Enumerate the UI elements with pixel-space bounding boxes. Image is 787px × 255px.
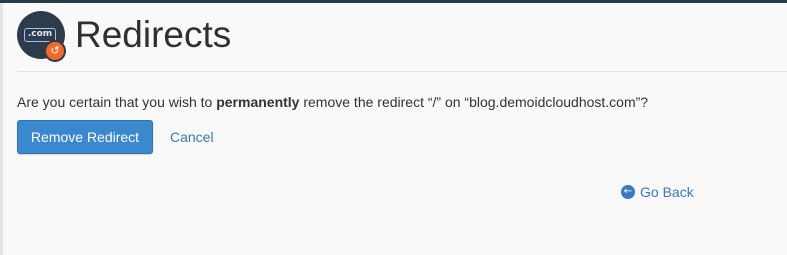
remove-redirect-button[interactable]: Remove Redirect: [17, 120, 153, 154]
redirects-app-icon: .com ↺: [17, 11, 66, 62]
confirmation-message: Are you certain that you wish to permane…: [17, 92, 777, 112]
top-bar: [0, 0, 787, 3]
page-header: .com ↺ Redirects: [17, 11, 232, 62]
confirmation-detail: remove the redirect “/” on “blog.demoidc…: [299, 94, 649, 110]
cancel-link[interactable]: Cancel: [170, 127, 214, 147]
circle-arrow-left-icon: ←: [621, 185, 635, 199]
header-divider: [17, 71, 787, 72]
redirect-arrow-icon: ↺: [44, 40, 66, 62]
confirmation-emphasis: permanently: [216, 94, 300, 110]
left-border: [0, 3, 3, 255]
go-back-label: Go Back: [640, 184, 694, 200]
confirmation-prefix: Are you certain that you wish to: [17, 94, 217, 110]
go-back-link[interactable]: ← Go Back: [621, 182, 694, 202]
page-title: Redirects: [75, 14, 232, 55]
